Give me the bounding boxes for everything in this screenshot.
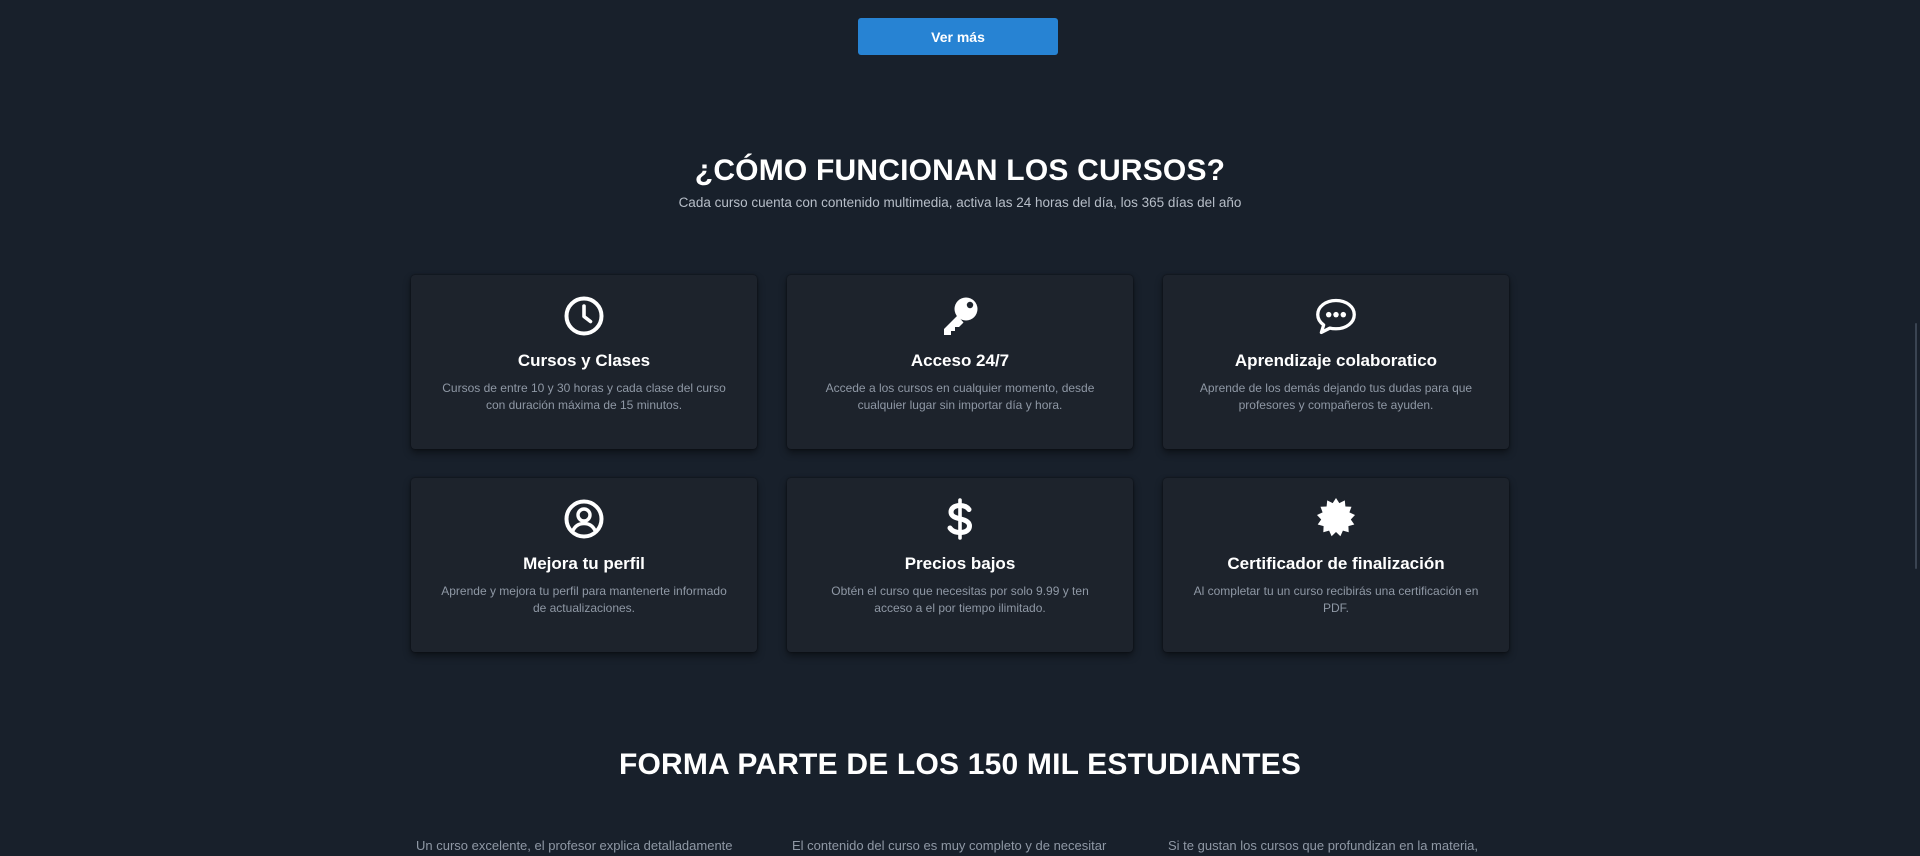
- dollar-icon: [947, 498, 973, 540]
- how-it-works-title: ¿CÓMO FUNCIONAN LOS CURSOS?: [694, 154, 1226, 187]
- clock-icon: [564, 296, 604, 336]
- feature-title: Certificador de finalización: [1227, 554, 1445, 573]
- feature-description: Obtén el curso que necesitas por solo 9.…: [831, 584, 1089, 615]
- feature-description: Aprende de los demás dejando tus dudas p…: [1199, 381, 1473, 412]
- feature-card-prices: Precios bajos Obtén el curso que necesit…: [787, 478, 1133, 652]
- testimonials-row: Un curso excelente, el profesor explica …: [416, 837, 1506, 855]
- feature-card-collaborative: Aprendizaje colaboratico Aprende de los …: [1163, 275, 1509, 449]
- certificate-badge-icon: [1317, 498, 1355, 537]
- feature-card-profile: Mejora tu perfil Aprende y mejora tu per…: [411, 478, 757, 652]
- students-title: FORMA PARTE DE LOS 150 MIL ESTUDIANTES: [618, 748, 1302, 781]
- features-grid: Cursos y Clases Cursos de entre 10 y 30 …: [411, 275, 1509, 652]
- feature-description: Aprende y mejora tu perfil para mantener…: [441, 584, 727, 615]
- feature-title: Mejora tu perfil: [523, 554, 645, 573]
- feature-title: Acceso 24/7: [910, 351, 1010, 370]
- feature-title: Aprendizaje colaboratico: [1234, 351, 1438, 370]
- feature-title: Cursos y Clases: [517, 351, 651, 370]
- feature-card-access: Acceso 24/7 Accede a los cursos en cualq…: [787, 275, 1133, 449]
- feature-description: Accede a los cursos en cualquier momento…: [825, 381, 1095, 412]
- scrollbar-thumb[interactable]: [1915, 323, 1917, 569]
- feature-description: Al completar tu un curso recibirás una c…: [1193, 584, 1479, 615]
- feature-description: Cursos de entre 10 y 30 horas y cada cla…: [442, 381, 726, 412]
- key-icon: [944, 297, 978, 335]
- user-circle-icon: [564, 499, 604, 539]
- testimonial-text: El contenido del curso es muy completo y…: [792, 838, 1107, 853]
- how-it-works-subtitle: Cada curso cuenta con contenido multimed…: [678, 195, 1242, 210]
- feature-card-courses: Cursos y Clases Cursos de entre 10 y 30 …: [411, 275, 757, 449]
- ver-mas-button[interactable]: Ver más: [858, 18, 1058, 55]
- testimonial-text: Si te gustan los cursos que profundizan …: [1168, 838, 1479, 853]
- feature-title: Precios bajos: [904, 554, 1016, 573]
- scrollbar[interactable]: [1908, 0, 1920, 856]
- chat-bubble-icon: [1316, 298, 1356, 335]
- testimonial-text: Un curso excelente, el profesor explica …: [416, 838, 733, 853]
- feature-card-certificate: Certificador de finalización Al completa…: [1163, 478, 1509, 652]
